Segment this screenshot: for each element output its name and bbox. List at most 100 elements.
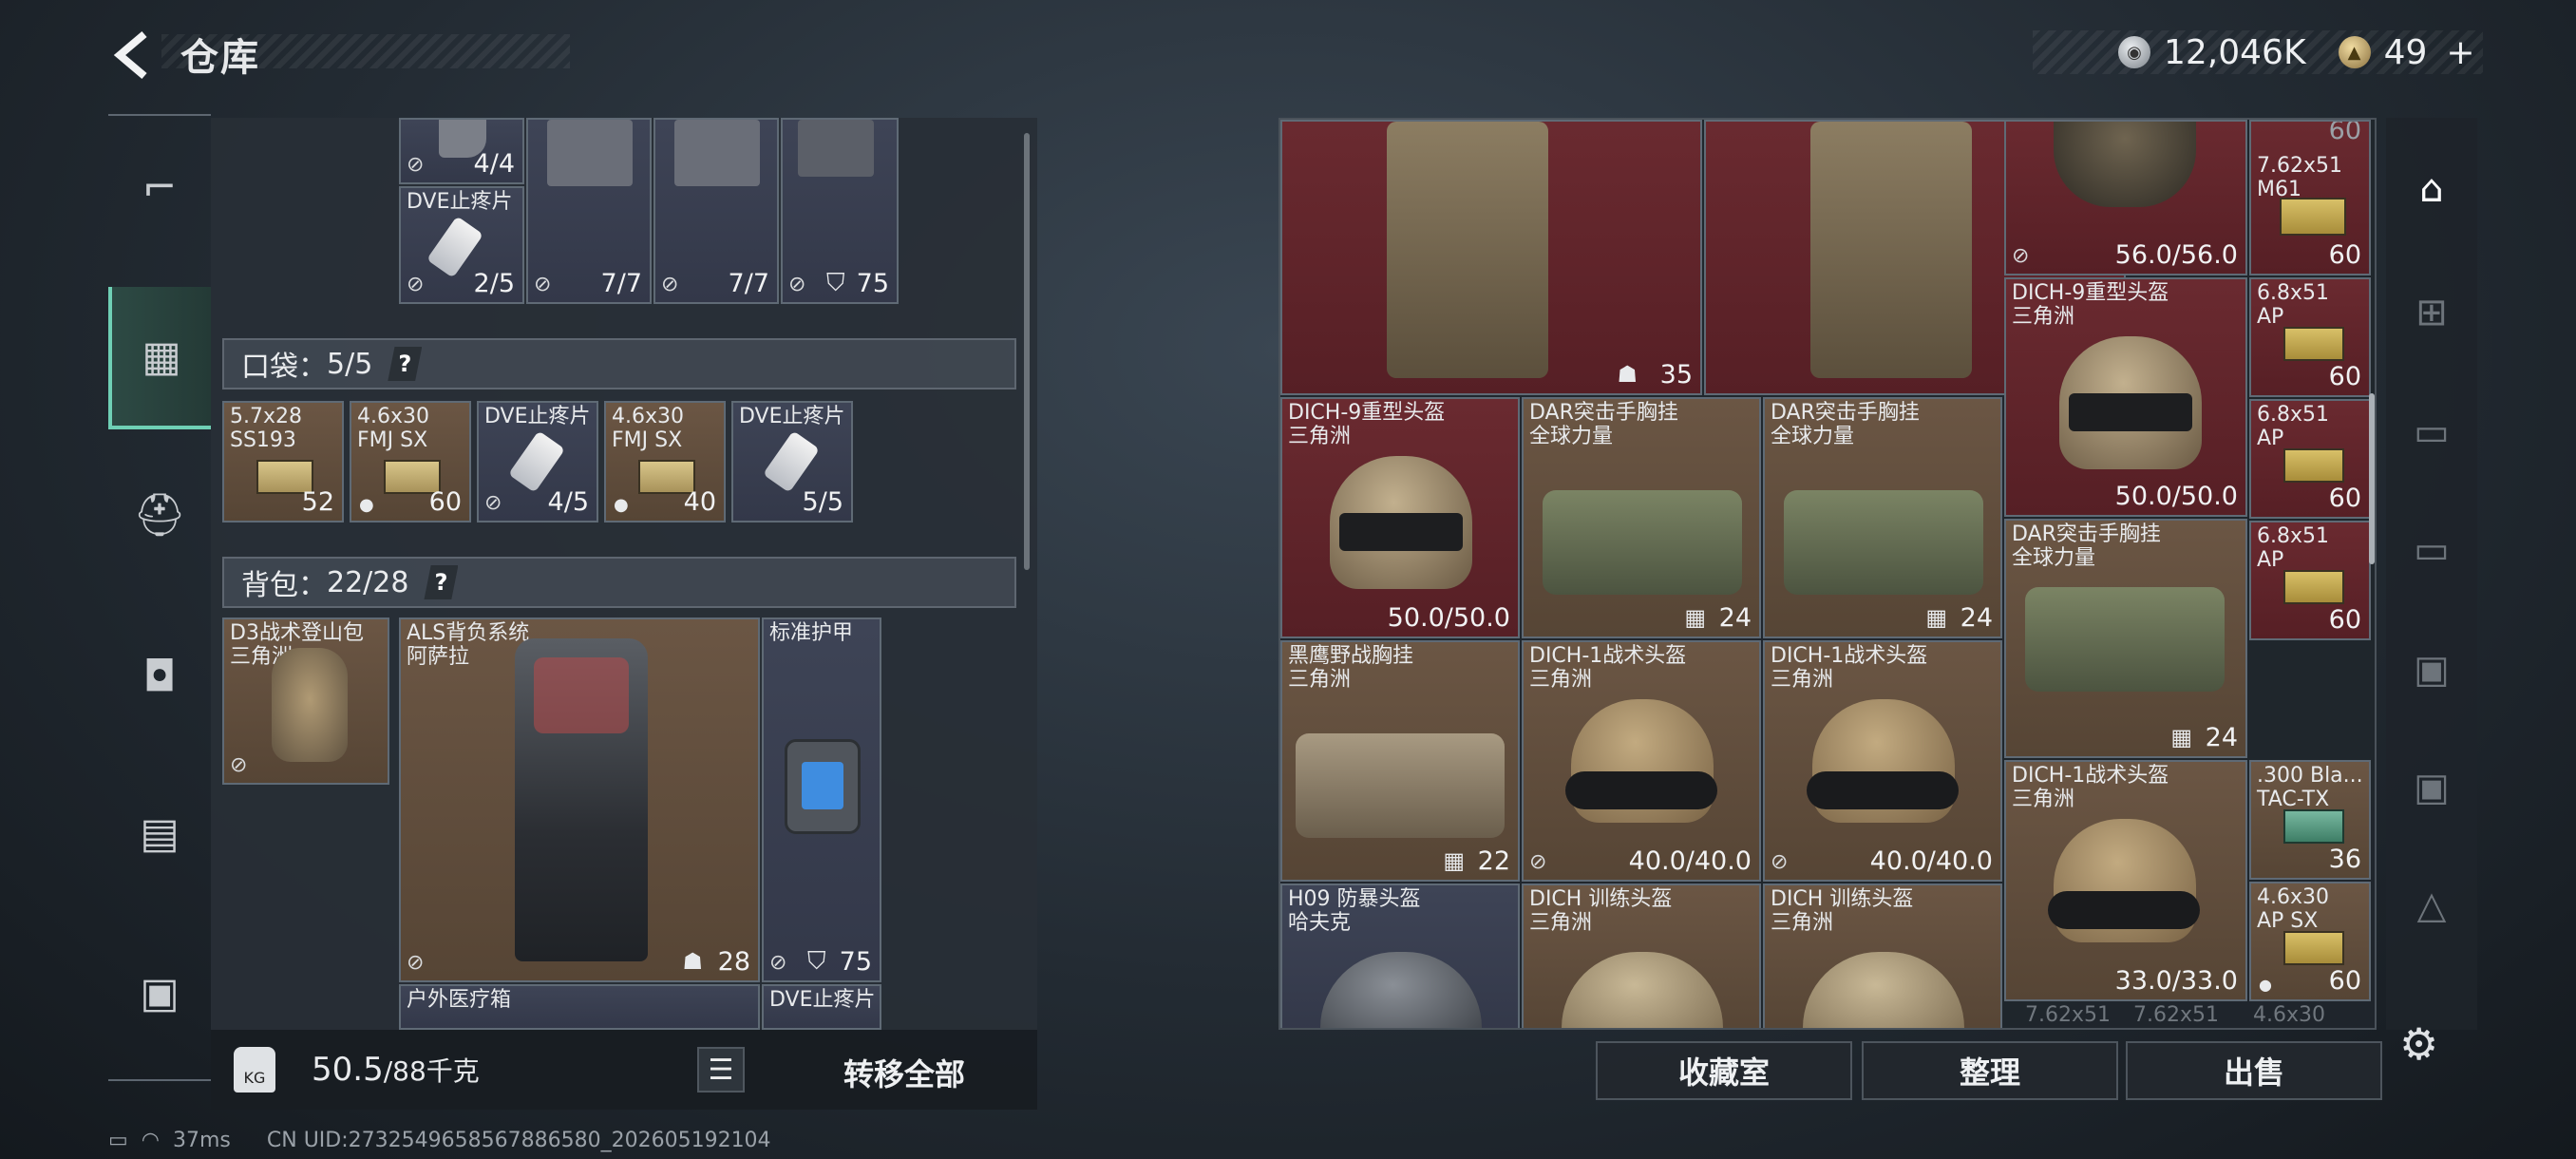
warehouse-panel[interactable]: ☗ 35 ☗ 35 ⊘ 56.0/56.0 7.62x51 M61 60 60 … — [1279, 118, 2377, 1030]
storage-crate-icon: △ — [2416, 884, 2447, 927]
pocket-slot[interactable]: 4.6x30 FMJ SX ● 60 — [350, 401, 471, 522]
transfer-all-button[interactable]: 转移全部 — [790, 1051, 1018, 1094]
right-scrollbar[interactable] — [2369, 393, 2375, 564]
list-icon: ☰ — [708, 1053, 734, 1087]
warehouse-item-helmet[interactable]: DICH-1战术头盔 三角洲 ⊘ 40.0/40.0 — [1522, 640, 1761, 882]
item-name: 标准护甲 — [769, 621, 854, 645]
pocket-slot[interactable]: DVE止疼片 5/5 — [731, 401, 853, 522]
item-count: 4/5 — [547, 487, 589, 517]
lock-icon: ⊘ — [534, 273, 552, 296]
item-name: .300 Bla... TAC-TX — [2257, 764, 2363, 811]
lock-icon: ⊘ — [2012, 244, 2030, 268]
tab-warehouse-4-add[interactable]: ⊞ — [2386, 253, 2477, 372]
tab-warehouse-4a[interactable]: ▭ — [2386, 372, 2477, 492]
grid-slot-first-aid[interactable]: ⊘ 7/7 — [526, 118, 652, 304]
backpack-slot-medkit[interactable]: 户外医疗箱 — [399, 984, 760, 1030]
warehouse-item-helmet[interactable]: DICH 训练头盔 三角洲 — [1522, 884, 1761, 1028]
tab-warehouse-5a[interactable]: ▣ — [2386, 610, 2477, 730]
item-count: 60 — [2328, 484, 2361, 513]
item-count: 56.0/56.0 — [2114, 240, 2238, 270]
nav-medical[interactable]: ⛑ — [108, 444, 211, 586]
nav-clipboard[interactable]: ▤ — [108, 762, 211, 904]
warehouse-item-ammo[interactable]: 6.8x51 AP 60 — [2249, 521, 2371, 640]
organize-button[interactable]: 整理 — [1862, 1041, 2118, 1100]
item-name: DICH-1战术头盔 三角洲 — [1529, 644, 1687, 692]
pocket-help-button[interactable]: ? — [388, 347, 423, 381]
nav-gear[interactable]: ▦ — [108, 287, 211, 429]
nav-weapons[interactable]: ⌐ — [108, 116, 211, 258]
warehouse-item-chest-rig[interactable]: DAR突击手胸挂 全球力量 ▦ 24 — [1522, 397, 1761, 638]
item-count: 50.0/50.0 — [2114, 482, 2238, 511]
item-name: DVE止疼片 — [769, 988, 876, 1012]
sell-button[interactable]: 出售 — [2126, 1041, 2382, 1100]
backpack-slot-painkiller[interactable]: DVE止疼片 — [762, 984, 881, 1030]
shield-icon: ⛉ — [826, 269, 845, 297]
nav-backpack[interactable]: ◘ — [108, 605, 211, 748]
warehouse-item-chest-rig[interactable]: DAR突击手胸挂 全球力量 ▦ 24 — [2004, 519, 2247, 758]
weight-max: /88千克 — [383, 1055, 480, 1087]
warehouse-item-helmet[interactable]: DICH-9重型头盔 三角洲 50.0/50.0 — [1280, 397, 1520, 638]
item-count: 24 — [1718, 603, 1752, 633]
item-count: 60 — [428, 487, 462, 517]
warehouse-item-helmet[interactable]: DICH-1战术头盔 三角洲 33.0/33.0 — [2004, 760, 2247, 1001]
pocket-slot[interactable]: 4.6x30 FMJ SX ● 40 — [604, 401, 726, 522]
item-name: 黑鹰野战胸挂 三角洲 — [1288, 644, 1414, 692]
warehouse-item-helmet[interactable]: DICH-9重型头盔 三角洲 50.0/50.0 — [2004, 277, 2247, 517]
tab-warehouse-4b[interactable]: ▭ — [2386, 490, 2477, 610]
pocket-slot[interactable]: DVE止疼片 ⊘ 4/5 — [477, 401, 598, 522]
warehouse-item-ammo[interactable]: 7.62x51 M61 60 60 — [2249, 120, 2371, 276]
add-gold-button[interactable]: + — [2446, 33, 2474, 72]
collection-room-button[interactable]: 收藏室 — [1596, 1041, 1852, 1100]
weight-person-icon: ☗ — [1617, 361, 1638, 388]
backpack-equipped-slot[interactable]: D3战术登山包 三角洲 ⊘ — [222, 618, 389, 785]
partial-item-label: 4.6x30 — [2253, 1003, 2326, 1027]
tab-warehouse-3[interactable]: △ — [2386, 846, 2477, 965]
item-count: 50.0/50.0 — [1387, 603, 1510, 633]
item-name: 4.6x30 FMJ SX — [357, 405, 430, 452]
warehouse-item-chest-rig[interactable]: 黑鹰野战胸挂 三角洲 ▦ 22 — [1280, 640, 1520, 882]
item-name: 户外医疗箱 — [407, 988, 512, 1012]
item-name: DICH 训练头盔 三角洲 — [1771, 887, 1914, 935]
tab-all-warehouse[interactable]: ⌂ — [2386, 129, 2477, 249]
warehouse-item-ammo[interactable]: 6.8x51 AP 60 — [2249, 277, 2371, 397]
list-view-button[interactable]: ☰ — [697, 1047, 745, 1092]
item-count: 4/4 — [473, 149, 515, 179]
item-count: 24 — [1960, 603, 1993, 633]
item-name: DICH-1战术头盔 三角洲 — [1771, 644, 1928, 692]
warehouse-item-helmet[interactable]: DICH 训练头盔 三角洲 — [1763, 884, 2002, 1028]
grid-slot[interactable]: ⊘ 4/4 — [399, 118, 524, 184]
pocket-slot[interactable]: 5.7x28 SS193 52 — [222, 401, 344, 522]
backpack-section-header: 背包： 22/28 ? — [222, 557, 1016, 608]
item-name: H09 防暴头盔 哈夫克 — [1288, 887, 1421, 935]
nav-case[interactable]: ▣ — [108, 922, 211, 1064]
warehouse-item-ammo[interactable]: 6.8x51 AP 60 — [2249, 399, 2371, 519]
grid-slot-armor-plate[interactable]: ⊘ ⛉ 75 — [781, 118, 899, 304]
gold-amount: 49 — [2383, 32, 2428, 72]
item-name: DICH-9重型头盔 三角洲 — [1288, 401, 1446, 448]
warehouse-item-ammo[interactable]: 4.6x30 AP SX ● 60 — [2249, 882, 2371, 1001]
left-scrollbar[interactable] — [1024, 133, 1030, 570]
backpack-slot-armor[interactable]: 标准护甲 ⊘ ⛉ 75 — [762, 618, 881, 982]
grid-slot-painkiller[interactable]: DVE止疼片 ⊘ 2/5 — [399, 186, 524, 304]
warehouse-item-helmet[interactable]: DICH-1战术头盔 三角洲 ⊘ 40.0/40.0 — [1763, 640, 2002, 882]
item-count: 33.0/33.0 — [2114, 966, 2238, 996]
warehouse-item-chest-rig[interactable]: DAR突击手胸挂 全球力量 ▦ 24 — [1763, 397, 2002, 638]
settings-gear-icon[interactable]: ⚙ — [2399, 1018, 2438, 1070]
warehouse-item-chest-rig[interactable]: ☗ 35 — [1280, 120, 1702, 395]
pocket-count: 5/5 — [327, 347, 373, 381]
grid-slot-first-aid[interactable]: ⊘ 7/7 — [653, 118, 779, 304]
weight-value: 50.5 — [312, 1051, 384, 1089]
tab-warehouse-5b[interactable]: ▣ — [2386, 728, 2477, 847]
back-button[interactable] — [106, 27, 163, 84]
backpack-slot-als[interactable]: ALS背负系统 阿萨拉 ⊘ ☗ 28 — [399, 618, 760, 982]
weight-readout: 50.5/88千克 — [312, 1051, 480, 1089]
backpack-help-button[interactable]: ? — [424, 565, 459, 599]
warehouse-item-helmet[interactable]: H09 防暴头盔 哈夫克 — [1280, 884, 1520, 1028]
currency-display[interactable]: ◉ 12,046K ▲ 49 + — [2033, 30, 2483, 74]
medkit-icon: ⛑ — [133, 491, 186, 540]
silver-amount: 12,046K — [2164, 32, 2306, 72]
item-name: ALS背负系统 阿萨拉 — [407, 621, 530, 669]
item-count: 28 — [717, 947, 750, 977]
warehouse-item-ammo[interactable]: .300 Bla... TAC-TX 36 — [2249, 760, 2371, 880]
warehouse-item-helmet[interactable]: ⊘ 56.0/56.0 — [2004, 120, 2247, 276]
